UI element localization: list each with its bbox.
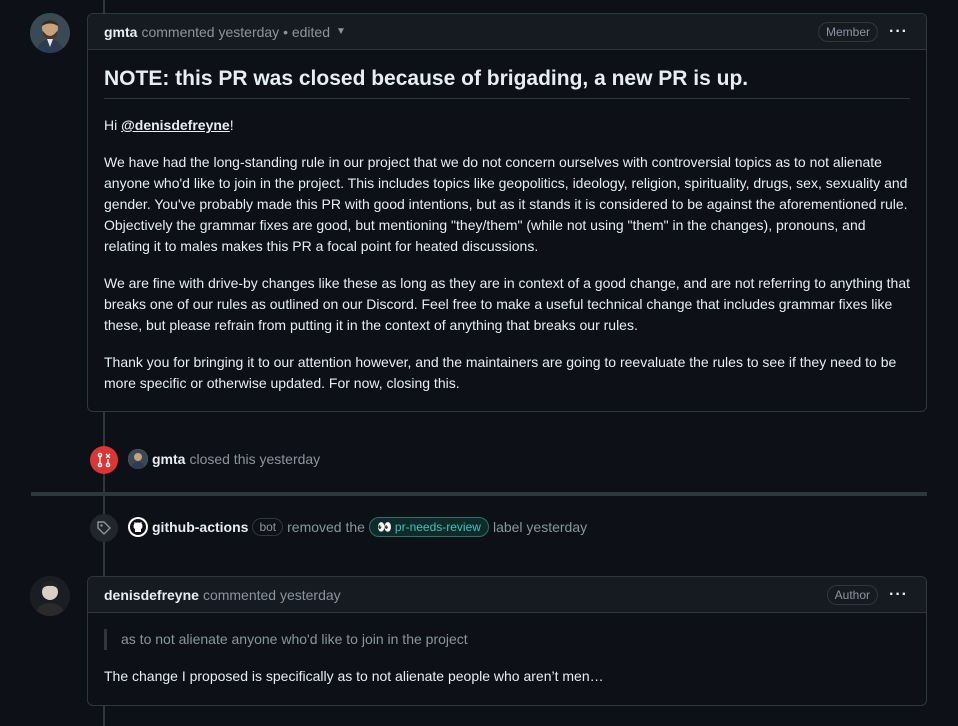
label-pill[interactable]: 👀 pr-needs-review <box>368 517 489 537</box>
comment-header: denisdefreyne commented yesterday Author… <box>88 577 926 613</box>
event-text: label yesterday <box>492 519 588 535</box>
comment-body: as to not alienate anyone who'd like to … <box>88 613 926 703</box>
role-badge: Author <box>826 585 878 605</box>
comment-paragraph: We are fine with drive-by changes like t… <box>104 275 911 333</box>
greeting-text: Hi <box>104 117 122 133</box>
comment-heading: NOTE: this PR was closed because of brig… <box>104 66 910 99</box>
label-name: pr-needs-review <box>394 520 481 534</box>
avatar[interactable] <box>30 576 70 616</box>
avatar[interactable] <box>30 13 70 53</box>
event-text: closed this yesterday <box>189 451 321 467</box>
comment-paragraph: Hi @denisdefreyne! <box>104 115 910 136</box>
timeline-line <box>103 704 105 726</box>
event-actor[interactable]: gmta <box>152 451 185 467</box>
kebab-menu-icon[interactable]: ··· <box>889 23 908 41</box>
comment-card: denisdefreyne commented yesterday Author… <box>87 576 927 706</box>
event-actor[interactable]: github-actions <box>152 519 248 535</box>
comment-meta[interactable]: commented yesterday <box>203 587 341 603</box>
comment-header: gmta commented yesterday • edited ▼ Memb… <box>88 14 926 50</box>
comment-paragraph: The change I proposed is specifically as… <box>104 668 604 684</box>
eyes-icon: 👀 <box>376 520 392 534</box>
comment-body: NOTE: this PR was closed because of brig… <box>88 50 926 410</box>
label-event: github-actions bot removed the 👀 pr-need… <box>128 517 587 537</box>
tag-icon <box>90 514 118 542</box>
closed-event: gmta closed this yesterday <box>128 449 320 469</box>
timeline-divider <box>31 492 927 496</box>
pr-closed-icon <box>90 446 118 474</box>
avatar[interactable] <box>128 449 148 469</box>
comment-author[interactable]: gmta <box>104 24 137 40</box>
timeline-line <box>103 0 105 13</box>
comment-paragraph: Thank you for bringing it to our attenti… <box>104 354 897 391</box>
github-icon[interactable] <box>128 517 148 537</box>
comment-meta[interactable]: commented yesterday • edited <box>141 24 330 40</box>
bot-badge: bot <box>252 518 284 536</box>
comment-author[interactable]: denisdefreyne <box>104 587 199 603</box>
comment-card: gmta commented yesterday • edited ▼ Memb… <box>87 13 927 412</box>
chevron-down-icon[interactable]: ▼ <box>336 26 346 37</box>
role-badge: Member <box>817 22 878 42</box>
comment-paragraph: We have had the long-standing rule in ou… <box>104 154 908 254</box>
quote-block: as to not alienate anyone who'd like to … <box>104 629 910 650</box>
kebab-menu-icon[interactable]: ··· <box>889 586 908 604</box>
user-mention-link[interactable]: @denisdefreyne <box>121 117 230 133</box>
event-text: removed the <box>287 519 365 535</box>
greeting-suffix: ! <box>229 117 234 133</box>
